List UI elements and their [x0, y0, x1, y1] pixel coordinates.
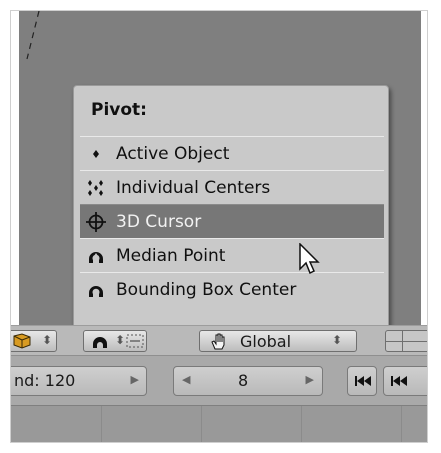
end-frame-field[interactable]: nd: 120 ▶ — [11, 366, 147, 396]
menu-item-label: Active Object — [116, 143, 230, 164]
transform-orientation-select[interactable]: Global ⬍ — [199, 330, 357, 352]
median-point-icon — [84, 245, 108, 267]
object-mode-icon — [13, 333, 31, 349]
screenshot-frame: Pivot: Active Object Individual Centers — [10, 10, 428, 443]
menu-item-label: Bounding Box Center — [116, 279, 297, 300]
active-object-icon — [84, 147, 108, 161]
mouse-cursor-icon — [299, 243, 320, 275]
current-frame-value: 8 — [238, 371, 249, 390]
dashed-guide-line — [26, 11, 40, 60]
layer-buttons[interactable] — [385, 330, 427, 352]
median-point-icon — [93, 337, 107, 348]
menu-item-label: Median Point — [116, 245, 226, 266]
individual-centers-icon — [84, 178, 108, 198]
updown-arrows-icon: ⬍ — [115, 333, 126, 347]
jump-to-start-button[interactable] — [347, 366, 377, 396]
pivot-menu-title: Pivot: — [91, 100, 147, 120]
jump-back-button[interactable] — [383, 366, 427, 396]
arrow-right-icon: ▶ — [130, 373, 139, 386]
menu-item-3d-cursor[interactable]: 3D Cursor — [80, 204, 384, 238]
timeline-grid[interactable] — [11, 405, 427, 442]
jump-to-start-icon — [355, 376, 371, 386]
menu-item-label: 3D Cursor — [116, 211, 202, 232]
3d-cursor-icon — [84, 211, 108, 233]
manipulator-toggle-icon — [126, 334, 144, 348]
updown-arrows-icon: ⬍ — [332, 333, 343, 347]
menu-item-individual-centers[interactable]: Individual Centers — [80, 170, 384, 204]
menu-item-active-object[interactable]: Active Object — [80, 136, 384, 170]
menu-item-bounding-box-center[interactable]: Bounding Box Center — [80, 272, 384, 306]
updown-arrows-icon: ⬍ — [42, 333, 53, 347]
arrow-right-icon: ▶ — [305, 373, 314, 386]
hand-icon — [211, 333, 225, 350]
pivot-menu: Pivot: Active Object Individual Centers — [73, 85, 389, 335]
menu-item-median-point[interactable]: Median Point — [80, 238, 384, 272]
menu-item-label: Individual Centers — [116, 177, 271, 198]
arrow-left-icon: ◀ — [182, 373, 191, 386]
viewport-header-toolbar: ⬍ ⬍ Global ⬍ — [11, 325, 427, 356]
bounding-box-center-icon — [84, 279, 108, 301]
object-mode-menu[interactable]: ⬍ — [11, 330, 57, 352]
timeline-controls: nd: 120 ▶ ◀ 8 ▶ — [11, 355, 427, 406]
pivot-menu-button[interactable]: ⬍ — [83, 330, 147, 352]
orientation-value: Global — [240, 332, 292, 351]
current-frame-field[interactable]: ◀ 8 ▶ — [173, 366, 323, 396]
end-frame-text: nd: 120 — [14, 371, 76, 390]
rewind-icon — [391, 376, 407, 386]
